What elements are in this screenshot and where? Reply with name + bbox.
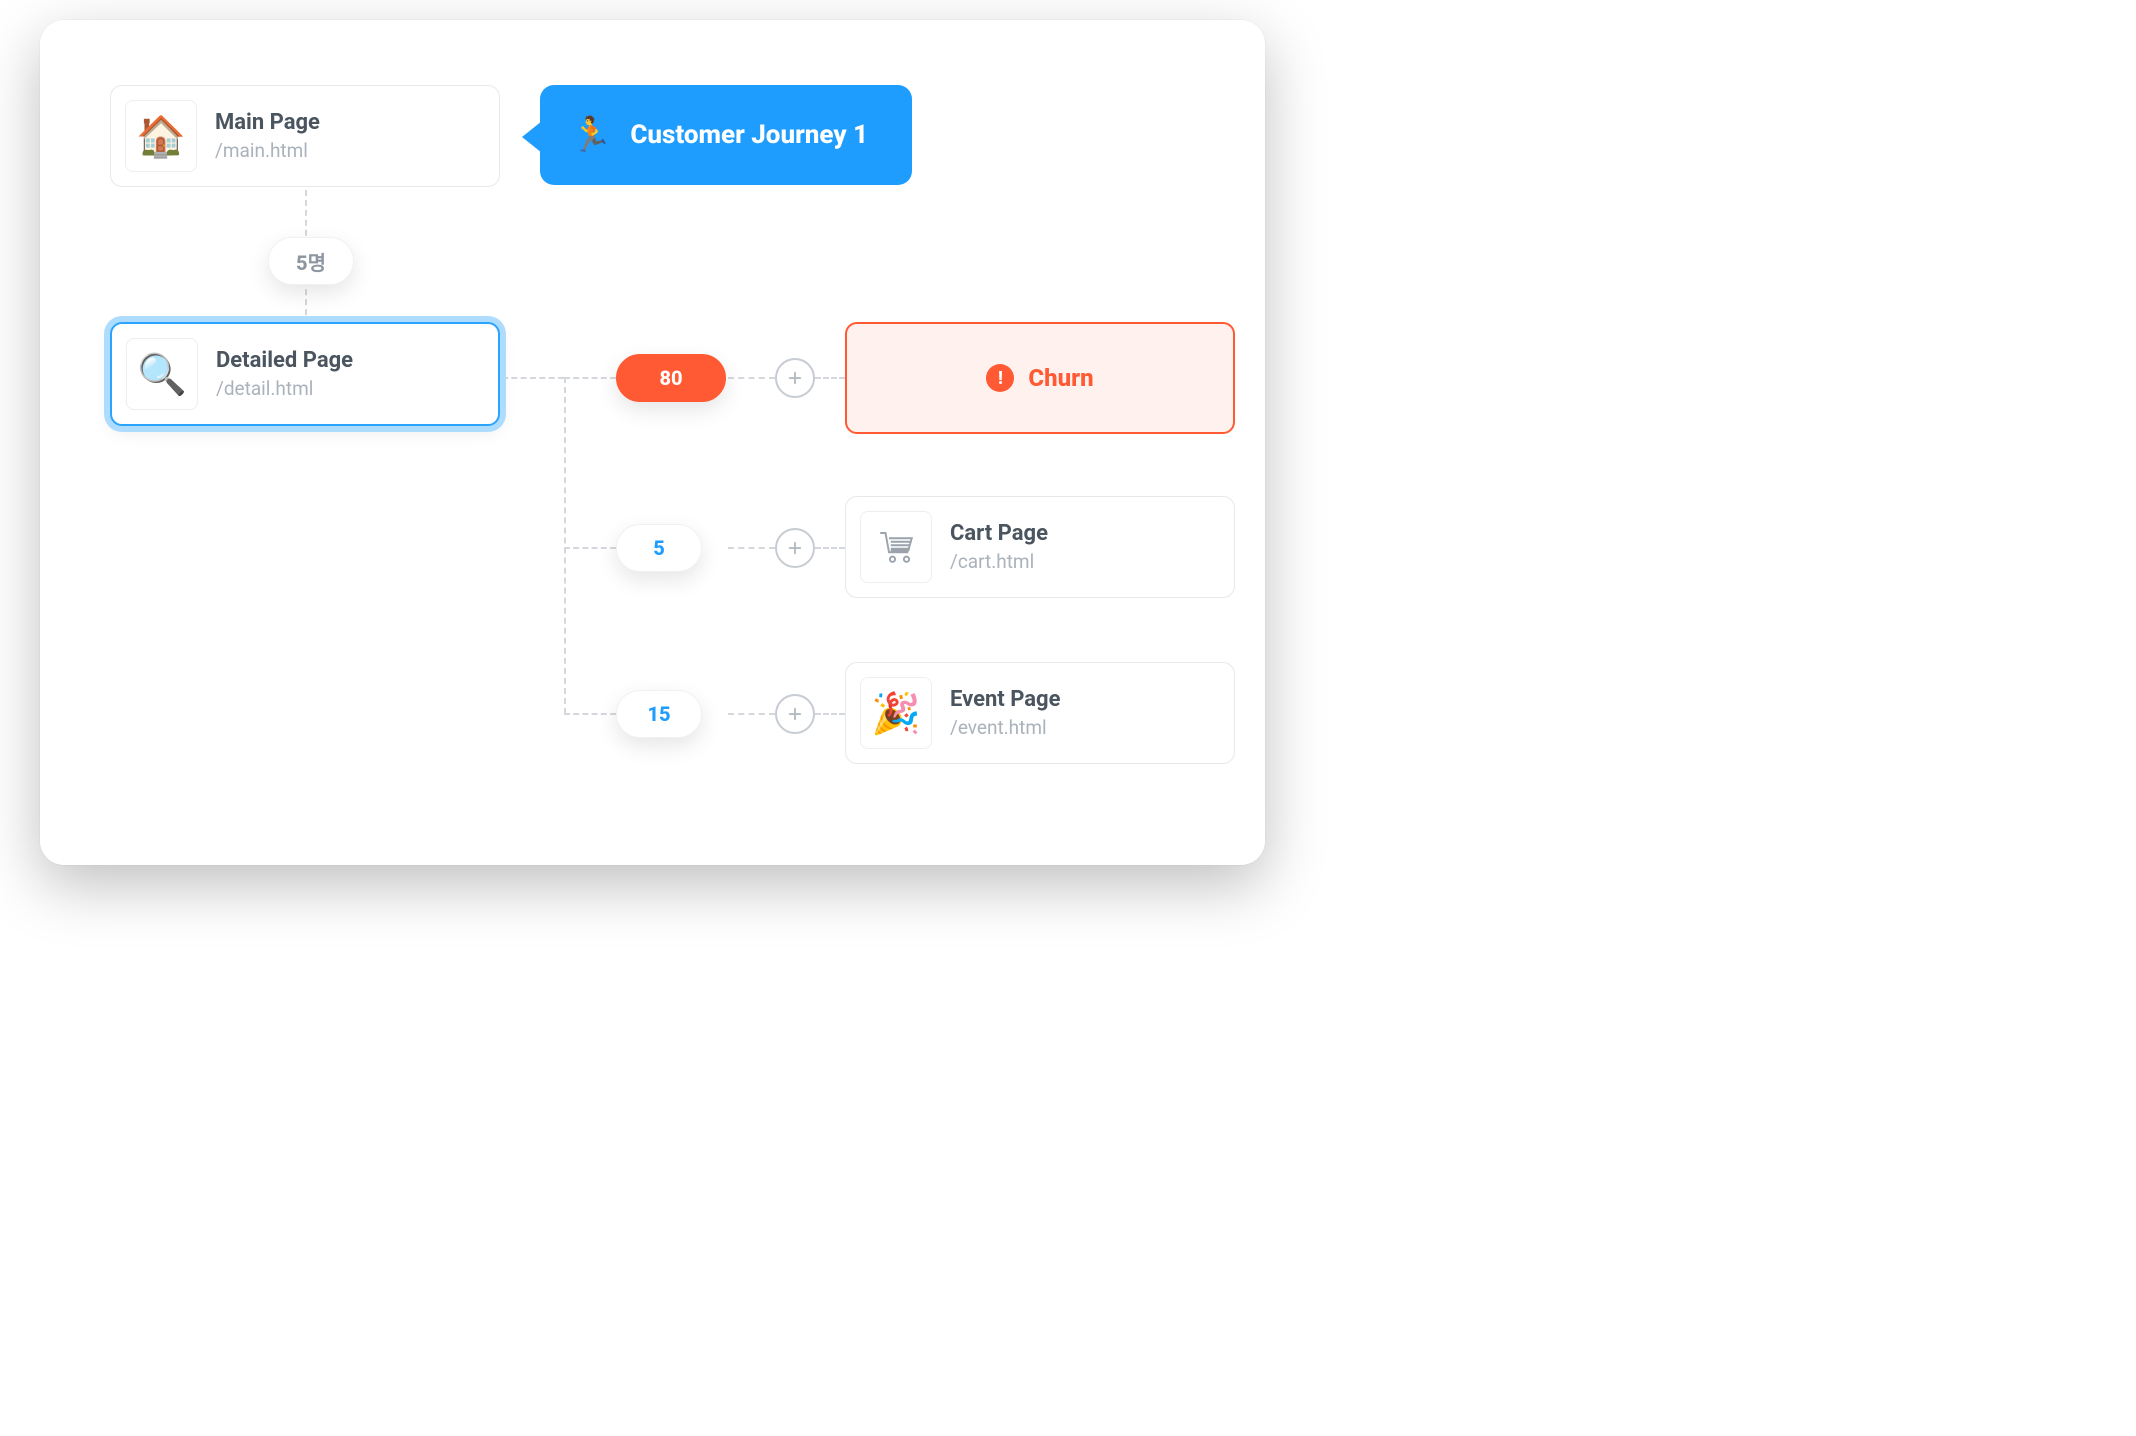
- node-path: /detail.html: [216, 377, 353, 400]
- connector: [728, 713, 775, 715]
- node-labels: Event Page /event.html: [950, 687, 1061, 739]
- plus-icon: [786, 705, 804, 723]
- count-detail-to-event[interactable]: 15: [616, 690, 702, 738]
- runner-icon: 🏃: [570, 115, 612, 155]
- party-icon: 🎉: [860, 677, 932, 749]
- node-churn[interactable]: ! Churn: [845, 322, 1235, 434]
- journey-callout[interactable]: 🏃 Customer Journey 1: [540, 85, 912, 185]
- node-path: /event.html: [950, 716, 1061, 739]
- add-step-button[interactable]: [775, 358, 815, 398]
- count-value: 5: [653, 536, 665, 560]
- connector: [564, 377, 616, 379]
- node-title: Detailed Page: [216, 348, 353, 373]
- warning-icon: !: [986, 364, 1014, 392]
- connector: [815, 377, 845, 379]
- connector: [728, 547, 775, 549]
- magnifier-icon: 🔍: [126, 338, 198, 410]
- plus-icon: [786, 539, 804, 557]
- connector: [564, 377, 566, 714]
- connector: [564, 547, 616, 549]
- cart-icon: [860, 511, 932, 583]
- node-detailed-page[interactable]: 🔍 Detailed Page /detail.html: [110, 322, 500, 426]
- connector: [728, 377, 775, 379]
- node-main-page[interactable]: 🏠 Main Page /main.html: [110, 85, 500, 187]
- node-labels: Main Page /main.html: [215, 110, 320, 162]
- count-value: 80: [659, 366, 682, 390]
- count-detail-to-cart[interactable]: 5: [616, 524, 702, 572]
- connector: [564, 713, 616, 715]
- churn-label: Churn: [1028, 364, 1093, 392]
- count-value: 15: [647, 702, 670, 726]
- node-title: Main Page: [215, 110, 320, 135]
- node-title: Cart Page: [950, 521, 1048, 546]
- connector: [502, 377, 564, 379]
- node-cart-page[interactable]: Cart Page /cart.html: [845, 496, 1235, 598]
- node-path: /main.html: [215, 139, 320, 162]
- journey-title: Customer Journey 1: [630, 120, 868, 150]
- plus-icon: [786, 369, 804, 387]
- connector: [815, 713, 845, 715]
- add-step-button[interactable]: [775, 528, 815, 568]
- node-event-page[interactable]: 🎉 Event Page /event.html: [845, 662, 1235, 764]
- count-main-to-detail[interactable]: 5명: [268, 237, 354, 285]
- connector: [815, 547, 845, 549]
- add-step-button[interactable]: [775, 694, 815, 734]
- node-path: /cart.html: [950, 550, 1048, 573]
- node-labels: Detailed Page /detail.html: [216, 348, 353, 400]
- journey-canvas: 🏠 Main Page /main.html 🏃 Customer Journe…: [40, 20, 1265, 865]
- node-labels: Cart Page /cart.html: [950, 521, 1048, 573]
- count-value: 5명: [296, 247, 326, 276]
- count-detail-to-churn[interactable]: 80: [616, 354, 726, 402]
- house-icon: 🏠: [125, 100, 197, 172]
- node-title: Event Page: [950, 687, 1061, 712]
